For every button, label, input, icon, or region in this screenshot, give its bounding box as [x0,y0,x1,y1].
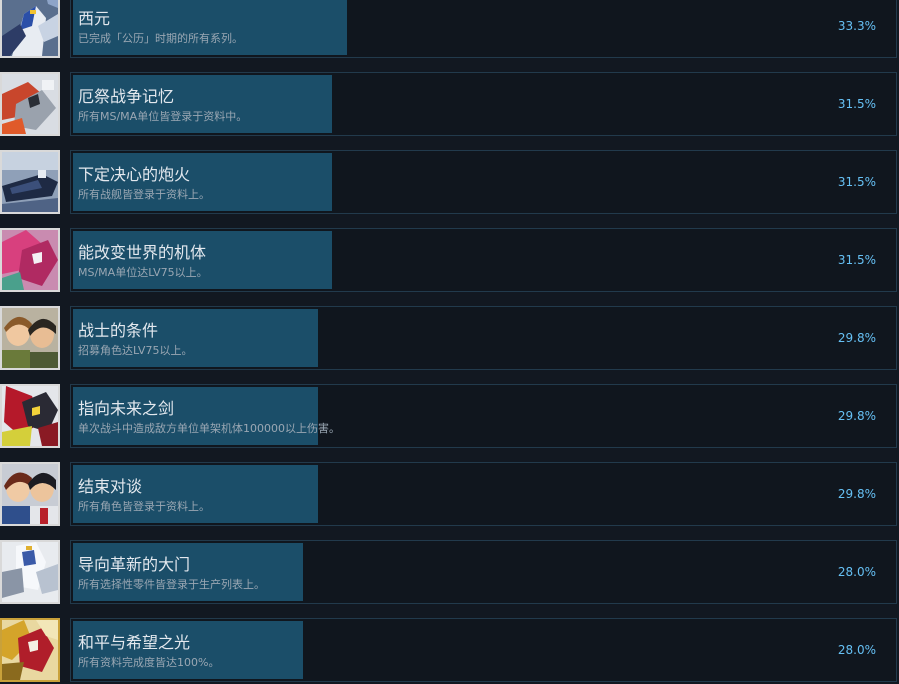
progress-bar-fill [73,0,347,55]
achievement-title: 西元 [78,9,111,28]
achievement-percent: 28.0% [837,565,876,579]
pilots-portrait-icon [0,306,60,370]
achievement-description: 所有资料完成度皆达100%。 [78,656,220,669]
achievement-description: 所有选择性零件皆登录于生产列表上。 [78,578,265,591]
achievement-row[interactable]: 指向未来之剑 单次战斗中造成敌方单位单架机体100000以上伤害。 29.8% [0,384,899,448]
gundam-barbatos-icon [0,72,60,136]
achievement-panel: 厄祭战争记忆 所有MS/MA单位皆登录于资料中。 31.5% [70,72,897,136]
achievement-panel: 下定决心的炮火 所有战舰皆登录于资料上。 31.5% [70,150,897,214]
achievement-percent: 31.5% [837,175,876,189]
achievement-panel: 能改变世界的机体 MS/MA单位达LV75以上。 31.5% [70,228,897,292]
achievement-description: 所有战舰皆登录于资料上。 [78,188,210,201]
gundam-red-sword-icon [0,384,60,448]
achievement-description: 已完成「公历」时期的所有系列。 [78,32,243,45]
achievement-percent: 33.3% [837,19,876,33]
achievement-percent: 31.5% [837,253,876,267]
achievement-description: 所有MS/MA单位皆登录于资料中。 [78,110,248,123]
achievement-panel: 导向革新的大门 所有选择性零件皆登录于生产列表上。 28.0% [70,540,897,604]
achievement-percent: 29.8% [837,331,876,345]
achievement-title: 能改变世界的机体 [78,243,207,262]
gundam-exia-icon [0,0,60,58]
gundam-pink-icon [0,228,60,292]
achievement-title: 和平与希望之光 [78,633,191,652]
achievement-percent: 29.8% [837,487,876,501]
achievement-title: 结束对谈 [78,477,143,496]
achievement-title: 厄祭战争记忆 [78,87,175,106]
achievement-description: 所有角色皆登录于资料上。 [78,500,210,513]
achievement-row[interactable]: 西元 已完成「公历」时期的所有系列。 33.3% [0,0,899,58]
achievement-description: 单次战斗中造成敌方单位单架机体100000以上伤害。 [78,422,340,435]
achievement-row[interactable]: 厄祭战争记忆 所有MS/MA单位皆登录于资料中。 31.5% [0,72,899,136]
achievement-row[interactable]: 下定决心的炮火 所有战舰皆登录于资料上。 31.5% [0,150,899,214]
achievement-panel: 战士的条件 招募角色达LV75以上。 29.8% [70,306,897,370]
gundam-gold-icon [0,618,60,682]
achievement-row[interactable]: 结束对谈 所有角色皆登录于资料上。 29.8% [0,462,899,526]
achievement-title: 战士的条件 [78,321,159,340]
battleship-icon [0,150,60,214]
achievement-panel: 西元 已完成「公历」时期的所有系列。 33.3% [70,0,897,58]
achievement-row[interactable]: 导向革新的大门 所有选择性零件皆登录于生产列表上。 28.0% [0,540,899,604]
achievement-panel: 结束对谈 所有角色皆登录于资料上。 29.8% [70,462,897,526]
achievement-row[interactable]: 战士的条件 招募角色达LV75以上。 29.8% [0,306,899,370]
characters-portrait-icon [0,462,60,526]
achievement-description: MS/MA单位达LV75以上。 [78,266,208,279]
achievement-row[interactable]: 能改变世界的机体 MS/MA单位达LV75以上。 31.5% [0,228,899,292]
achievement-row[interactable]: 和平与希望之光 所有资料完成度皆达100%。 28.0% [0,618,899,682]
achievement-percent: 29.8% [837,409,876,423]
achievement-title: 指向未来之剑 [78,399,175,418]
achievement-percent: 31.5% [837,97,876,111]
achievement-percent: 28.0% [837,643,876,657]
gundam-white-icon [0,540,60,604]
achievement-panel: 指向未来之剑 单次战斗中造成敌方单位单架机体100000以上伤害。 29.8% [70,384,897,448]
achievement-panel: 和平与希望之光 所有资料完成度皆达100%。 28.0% [70,618,897,682]
achievement-description: 招募角色达LV75以上。 [78,344,193,357]
achievement-title: 导向革新的大门 [78,555,191,574]
achievement-title: 下定决心的炮火 [78,165,191,184]
